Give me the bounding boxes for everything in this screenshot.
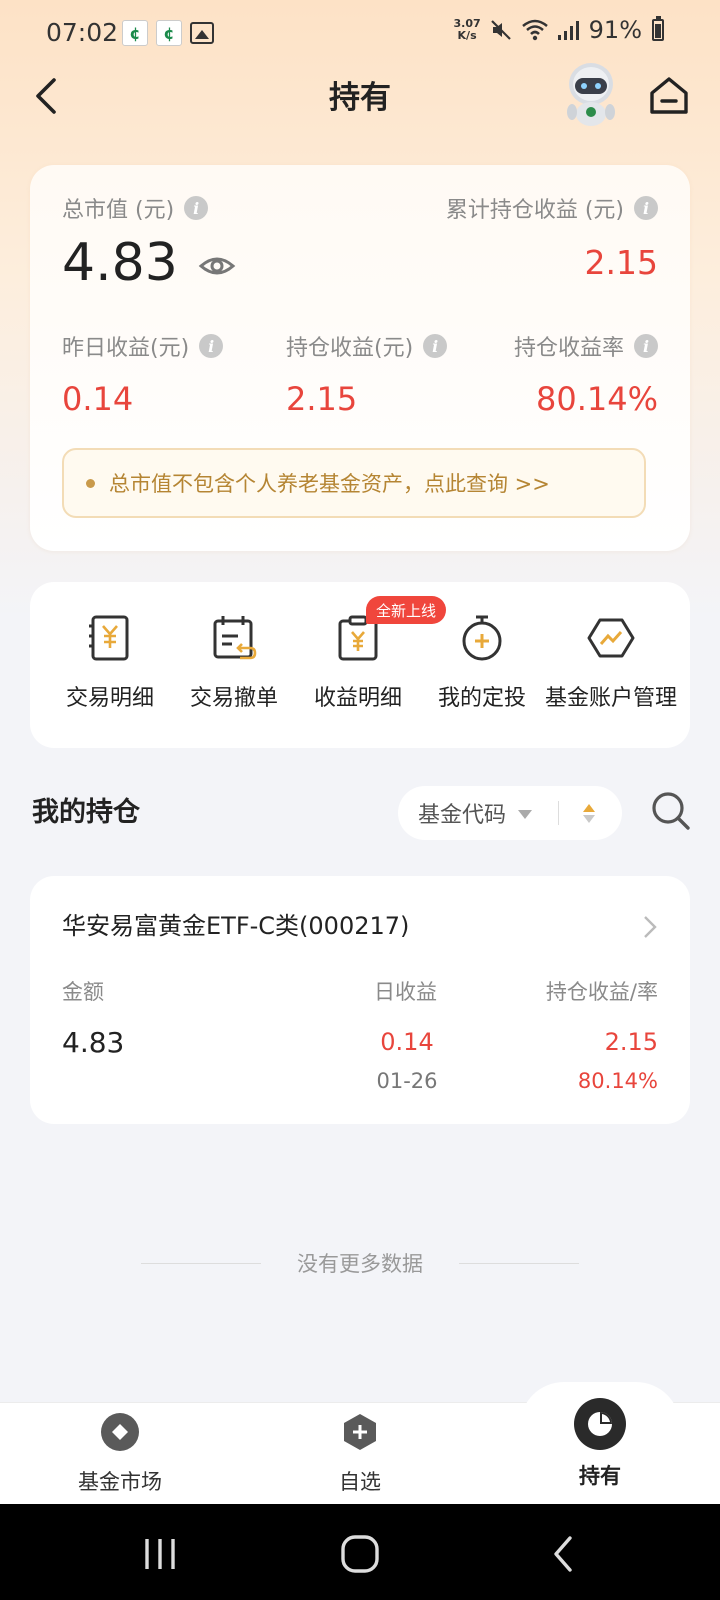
- caret-down-icon: [518, 809, 533, 819]
- chevron-right-icon: [644, 916, 657, 938]
- divider: [141, 1262, 261, 1264]
- mute-icon: [490, 20, 511, 40]
- sort-order-icon[interactable]: [583, 803, 596, 823]
- home-icon[interactable]: [648, 74, 690, 116]
- info-icon[interactable]: i: [199, 334, 224, 358]
- app-notification-icon: ¢: [156, 20, 182, 46]
- divider: [459, 1262, 579, 1264]
- daily-profit-date: 01-26: [376, 1069, 438, 1093]
- signal-icon: [557, 21, 579, 40]
- fund-name: 华安易富黄金ETF-C类(000217): [62, 912, 410, 940]
- app-notification-icon: ¢: [122, 20, 148, 46]
- yesterday-profit: 昨日收益(元) i 0.14: [62, 330, 224, 418]
- no-more-data: 没有更多数据: [0, 1248, 720, 1278]
- cumulative-profit-value: 2.15: [584, 243, 658, 282]
- holding-profit-rate-value: 80.14%: [535, 380, 658, 418]
- asset-summary-card: 总市值 (元) i 4.83 累计持仓收益 (元) i 2.15 昨日收益(元)…: [30, 165, 690, 551]
- daily-profit-header: 日收益: [374, 980, 437, 1004]
- fixed-investment-icon: [462, 615, 502, 661]
- action-income-detail[interactable]: 收益明细: [288, 612, 428, 712]
- fund-market-icon: [100, 1412, 140, 1452]
- robot-assistant-icon[interactable]: [560, 56, 622, 128]
- daily-profit-value: 0.14: [380, 1028, 434, 1056]
- tab-fund-market[interactable]: 基金市场: [40, 1412, 200, 1496]
- back-nav-icon[interactable]: [544, 1534, 584, 1574]
- home-nav-icon[interactable]: [340, 1534, 380, 1574]
- holding-profit-header: 持仓收益/率: [545, 980, 658, 1004]
- holding-profit: 持仓收益(元) i 2.15: [286, 330, 448, 418]
- bullet-dot: [86, 478, 95, 488]
- tab-watchlist[interactable]: 自选: [280, 1412, 440, 1496]
- account-manage-icon: [587, 618, 635, 658]
- new-feature-badge: 全新上线: [366, 596, 447, 624]
- holdings-pie-icon: [574, 1398, 626, 1450]
- holding-profit-rate: 持仓收益率 i 80.14%: [513, 334, 658, 418]
- action-account-manage[interactable]: 基金账户管理: [536, 612, 686, 712]
- holding-profit-rate-value: 80.14%: [577, 1069, 658, 1093]
- sort-label: 基金代码: [418, 803, 507, 828]
- holding-profit-value: 2.15: [286, 380, 358, 418]
- pension-notice-text: 总市值不包含个人养老基金资产，点此查询 >>: [109, 472, 550, 496]
- info-icon[interactable]: i: [184, 196, 209, 220]
- wifi-icon: [521, 19, 548, 41]
- holding-item[interactable]: 华安易富黄金ETF-C类(000217) 金额 日收益 持仓收益/率 4.83 …: [30, 876, 690, 1124]
- info-icon[interactable]: i: [634, 334, 658, 358]
- transaction-detail-icon: [89, 615, 129, 661]
- system-navigation-bar: [0, 1504, 720, 1600]
- status-indicators: 3.07 K/s 91%: [454, 16, 664, 44]
- battery-icon: [652, 16, 664, 41]
- info-icon[interactable]: i: [423, 334, 448, 358]
- notification-icons: ¢ ¢: [122, 20, 214, 46]
- battery-percent: 91%: [588, 16, 642, 44]
- action-transaction-detail[interactable]: 交易明细: [40, 612, 180, 712]
- sort-selector[interactable]: 基金代码: [398, 786, 622, 840]
- image-icon: [190, 22, 214, 44]
- status-bar: 07:02 ¢ ¢ 3.07 K/s 91%: [0, 0, 720, 64]
- status-time: 07:02: [46, 18, 119, 47]
- page-header: 持有: [0, 60, 720, 130]
- cumulative-profit-label: 累计持仓收益 (元) i: [446, 192, 658, 224]
- divider: [558, 801, 560, 825]
- holding-profit-value: 2.15: [604, 1028, 658, 1056]
- pension-notice-banner[interactable]: 总市值不包含个人养老基金资产，点此查询 >>: [62, 448, 646, 518]
- action-cancel-order[interactable]: 交易撤单: [164, 612, 304, 712]
- action-fixed-investment[interactable]: 我的定投: [412, 612, 552, 712]
- info-icon[interactable]: i: [634, 196, 658, 220]
- amount-value: 4.83: [62, 1026, 125, 1059]
- watchlist-add-icon: [340, 1412, 380, 1452]
- search-icon[interactable]: [650, 790, 692, 832]
- cancel-order-icon: [213, 616, 257, 660]
- tab-holdings[interactable]: 持有: [520, 1398, 680, 1490]
- amount-header: 金额: [62, 980, 104, 1004]
- total-value-label: 总市值 (元) i: [62, 192, 209, 224]
- eye-icon[interactable]: [198, 247, 236, 285]
- net-speed: 3.07 K/s: [453, 17, 481, 42]
- quick-actions-card: 交易明细 交易撤单 收益明细 我的定投 基金账户管理 全新上线: [30, 582, 690, 748]
- my-holdings-title: 我的持仓: [32, 797, 140, 828]
- recent-apps-icon[interactable]: [140, 1534, 180, 1574]
- no-more-text: 没有更多数据: [297, 1252, 423, 1276]
- yesterday-profit-value: 0.14: [62, 380, 134, 418]
- total-market-value: 4.83: [62, 233, 236, 293]
